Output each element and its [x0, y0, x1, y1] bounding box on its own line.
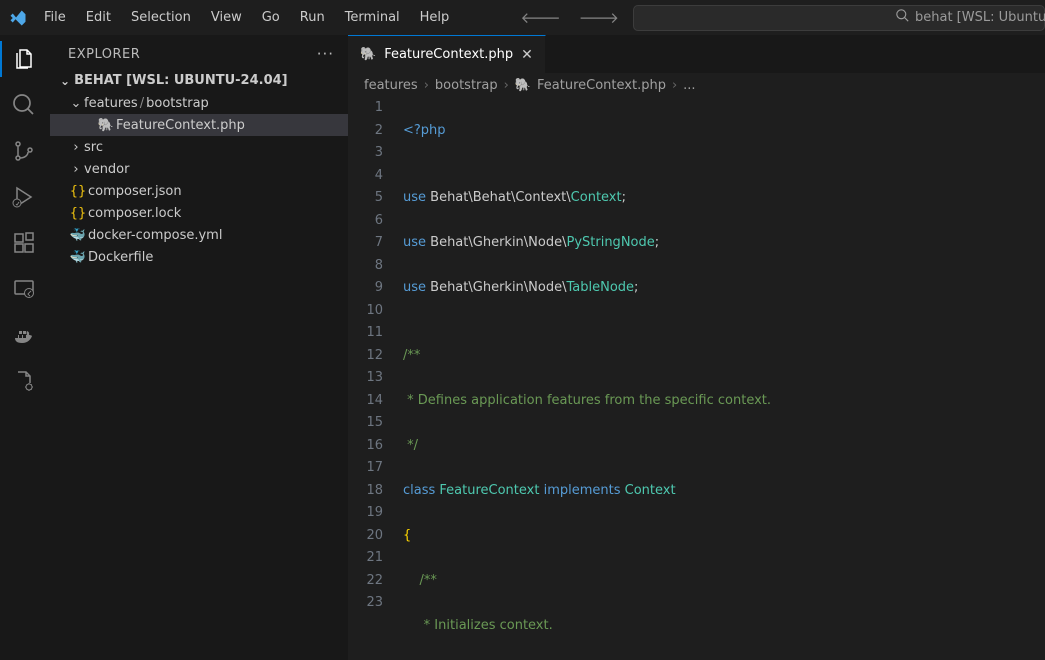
file-tree: ⌄ features/bootstrap 🐘 FeatureContext.ph…: [48, 92, 348, 268]
activity-explorer[interactable]: [10, 45, 38, 73]
file-composer-lock[interactable]: {} composer.lock: [50, 202, 348, 224]
menu-edit[interactable]: Edit: [77, 6, 120, 29]
php-icon: 🐘: [96, 118, 116, 133]
search-icon: [896, 9, 909, 26]
scm-icon: [12, 139, 36, 163]
folder-label: src: [84, 140, 103, 155]
file-composer-json[interactable]: {} composer.json: [50, 180, 348, 202]
file-gear-icon: [12, 369, 36, 393]
php-icon: 🐘: [360, 47, 376, 62]
folder-label: bootstrap: [146, 96, 209, 111]
file-featurecontext[interactable]: 🐘 FeatureContext.php: [50, 114, 348, 136]
docker-icon: [12, 323, 36, 347]
file-label: docker-compose.yml: [88, 228, 222, 243]
editor-pane: 🐘 FeatureContext.php ✕ features › bootst…: [348, 35, 1045, 660]
activity-debug[interactable]: [10, 183, 38, 211]
crumb-ellipsis[interactable]: ...: [683, 78, 695, 93]
menu-bar: File Edit Selection View Go Run Terminal…: [35, 6, 458, 29]
activity-docker[interactable]: [10, 321, 38, 349]
line-gutter: 1234567891011121314151617181920212223: [348, 97, 403, 660]
nav-arrows: 🡐 🡒: [521, 8, 619, 27]
chevron-right-icon: ›: [504, 78, 509, 93]
folder-vendor[interactable]: › vendor: [50, 158, 348, 180]
file-label: composer.lock: [88, 206, 181, 221]
close-icon[interactable]: ✕: [521, 47, 533, 63]
project-header[interactable]: ⌄ BEHAT [WSL: UBUNTU-24.04]: [48, 69, 348, 92]
sidebar-title: EXPLORER: [68, 47, 140, 62]
json-icon: {}: [68, 206, 88, 221]
folder-src[interactable]: › src: [50, 136, 348, 158]
chevron-right-icon: ›: [424, 78, 429, 93]
command-center[interactable]: behat [WSL: Ubuntu: [633, 5, 1045, 31]
file-dockerfile[interactable]: 🐳 Dockerfile: [50, 246, 348, 268]
vscode-icon: [9, 9, 27, 27]
json-icon: {}: [68, 184, 88, 199]
file-label: FeatureContext.php: [116, 118, 245, 133]
nav-back-icon[interactable]: 🡐: [521, 8, 561, 27]
menu-view[interactable]: View: [202, 6, 251, 29]
docker-icon: 🐳: [68, 250, 88, 265]
tab-featurecontext[interactable]: 🐘 FeatureContext.php ✕: [348, 35, 546, 73]
menu-help[interactable]: Help: [411, 6, 459, 29]
chevron-right-icon: ›: [672, 78, 677, 93]
activity-settings-gear[interactable]: [10, 367, 38, 395]
menu-file[interactable]: File: [35, 6, 75, 29]
titlebar: File Edit Selection View Go Run Terminal…: [0, 0, 1045, 35]
crumb-file[interactable]: FeatureContext.php: [537, 78, 666, 93]
files-icon: [12, 47, 36, 71]
activity-bar: [0, 35, 48, 660]
menu-run[interactable]: Run: [291, 6, 334, 29]
php-icon: 🐘: [515, 78, 531, 93]
debug-icon: [12, 185, 36, 209]
activity-remote[interactable]: [10, 275, 38, 303]
search-icon: [12, 93, 36, 117]
file-label: Dockerfile: [88, 250, 153, 265]
tab-label: FeatureContext.php: [384, 47, 513, 62]
chevron-down-icon: ⌄: [68, 96, 84, 111]
file-docker-compose[interactable]: 🐳 docker-compose.yml: [50, 224, 348, 246]
app-logo: [0, 9, 35, 27]
menu-terminal[interactable]: Terminal: [336, 6, 409, 29]
search-text: behat [WSL: Ubuntu: [915, 10, 1045, 25]
remote-icon: [12, 277, 36, 301]
chevron-right-icon: ›: [68, 140, 84, 155]
crumb-bootstrap[interactable]: bootstrap: [435, 78, 498, 93]
activity-extensions[interactable]: [10, 229, 38, 257]
folder-label: vendor: [84, 162, 129, 177]
tab-bar: 🐘 FeatureContext.php ✕: [348, 35, 1045, 73]
code-area[interactable]: <?php use Behat\Behat\Context\Context; u…: [403, 97, 1045, 660]
folder-label: features: [84, 96, 138, 111]
activity-scm[interactable]: [10, 137, 38, 165]
extensions-icon: [12, 231, 36, 255]
nav-forward-icon[interactable]: 🡒: [579, 8, 619, 27]
more-icon[interactable]: ···: [317, 45, 334, 63]
sidebar-header: EXPLORER ···: [48, 35, 348, 69]
breadcrumb[interactable]: features › bootstrap › 🐘 FeatureContext.…: [348, 73, 1045, 97]
crumb-features[interactable]: features: [364, 78, 418, 93]
project-title: BEHAT [WSL: UBUNTU-24.04]: [74, 73, 288, 88]
docker-icon: 🐳: [68, 228, 88, 243]
activity-search[interactable]: [10, 91, 38, 119]
menu-selection[interactable]: Selection: [122, 6, 200, 29]
chevron-right-icon: ›: [68, 162, 84, 177]
editor-content[interactable]: 1234567891011121314151617181920212223 <?…: [348, 97, 1045, 660]
folder-features[interactable]: ⌄ features/bootstrap: [50, 92, 348, 114]
chevron-down-icon: ⌄: [60, 74, 70, 88]
file-label: composer.json: [88, 184, 182, 199]
menu-go[interactable]: Go: [253, 6, 289, 29]
sidebar: EXPLORER ··· ⌄ BEHAT [WSL: UBUNTU-24.04]…: [48, 35, 348, 660]
